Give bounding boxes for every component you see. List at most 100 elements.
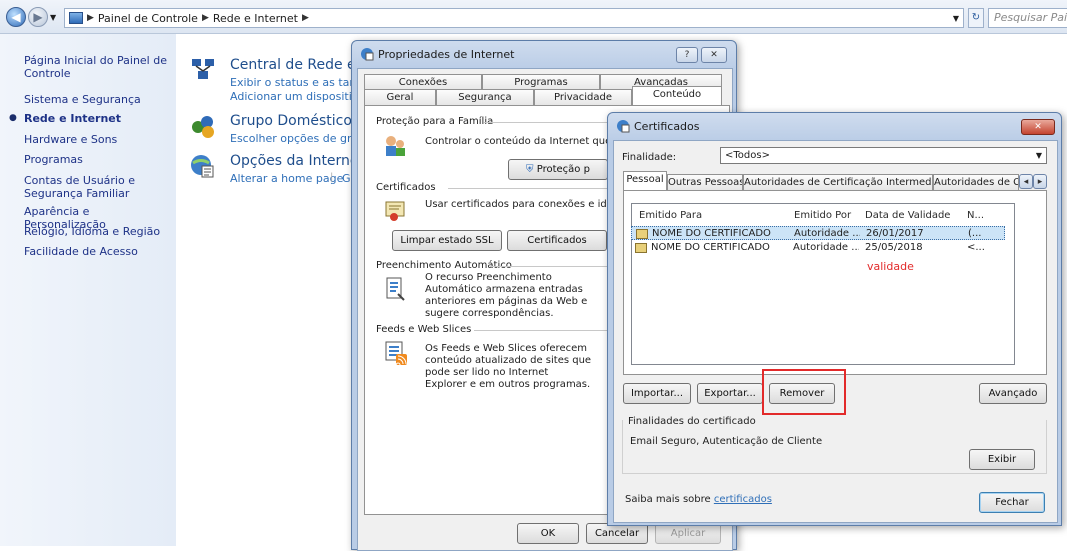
- table-row[interactable]: NOME DO CERTIFICADO Autoridade ... 26/01…: [631, 226, 1005, 240]
- internet-options-icon: [190, 153, 216, 179]
- section-divider: [490, 266, 614, 267]
- homegroup-icon: [190, 113, 216, 139]
- learn-more-prefix: Saiba mais sobre: [625, 494, 714, 505]
- breadcrumb-control-panel[interactable]: Painel de Controle: [98, 12, 198, 25]
- category-title-network-center[interactable]: Central de Rede e C: [230, 57, 370, 73]
- table-row[interactable]: NOME DO CERTIFICADO Autoridade ... 25/05…: [631, 241, 1005, 255]
- import-button[interactable]: Importar...: [623, 383, 691, 404]
- address-bar: ◀ ▶ ▼ ▶ Painel de Controle ▶ Rede e Inte…: [0, 0, 1067, 34]
- certificate-icon: [384, 200, 406, 222]
- chevron-down-icon: ▼: [1035, 151, 1042, 160]
- sidebar-item-programs[interactable]: Programas: [24, 153, 169, 166]
- learn-more-certificates-link[interactable]: certificados: [714, 494, 772, 505]
- cert-issued-to: NOME DO CERTIFICADO: [651, 242, 770, 253]
- category-title-homegroup[interactable]: Grupo Doméstico: [230, 113, 352, 129]
- family-safety-button-label: Proteção p: [536, 164, 590, 175]
- cert-issued-by: Autoridade ...: [794, 228, 860, 239]
- section-divider: [448, 188, 614, 189]
- sidebar-item-user-accounts[interactable]: Contas de Usuário e Segurança Familiar: [24, 174, 169, 200]
- cert-expiration: 26/01/2017: [866, 228, 924, 239]
- tab-personal[interactable]: Pessoal: [623, 171, 667, 190]
- breadcrumb-chevron-icon[interactable]: ▶: [302, 13, 309, 23]
- tab-scroll-right-icon[interactable]: ▸: [1033, 174, 1047, 189]
- forward-arrow-icon[interactable]: ▶: [28, 7, 48, 27]
- purpose-select-value: <Todos>: [725, 150, 770, 161]
- current-item-bullet-icon: ●: [9, 113, 17, 123]
- feeds-icon: [384, 340, 408, 368]
- breadcrumb-network-internet[interactable]: Rede e Internet: [213, 12, 298, 25]
- tab-security[interactable]: Segurança: [436, 89, 534, 105]
- section-divider: [484, 122, 614, 123]
- tab-content[interactable]: Conteúdo: [632, 86, 722, 105]
- recent-pages-dropdown-icon[interactable]: ▼: [50, 13, 56, 22]
- shield-icon: ⛨: [526, 164, 534, 175]
- autocomplete-description: O recurso Preenchimento Automático armaz…: [425, 272, 588, 319]
- cert-friendly-name: (...: [968, 228, 982, 239]
- certificates-dialog-title: Certificados: [634, 120, 700, 133]
- sidebar-item-system-security[interactable]: Sistema e Segurança: [24, 93, 169, 106]
- sidebar-item-hardware-sound[interactable]: Hardware e Sons: [24, 133, 169, 146]
- family-safety-button[interactable]: ⛨ Proteção p: [508, 159, 608, 180]
- cert-expiration: 25/05/2018: [865, 242, 923, 253]
- internet-properties-icon: [360, 47, 374, 61]
- close-button[interactable]: Fechar: [979, 492, 1045, 513]
- column-header-expiration[interactable]: Data de Validade: [865, 210, 950, 221]
- feeds-section-label: Feeds e Web Slices: [376, 324, 472, 335]
- cancel-button[interactable]: Cancelar: [586, 523, 648, 544]
- section-divider: [474, 330, 614, 331]
- tab-other-people[interactable]: Outras Pessoas: [667, 174, 743, 190]
- view-button[interactable]: Exibir: [969, 449, 1035, 470]
- ok-button[interactable]: OK: [517, 523, 579, 544]
- link-manage-browser-addons[interactable]: G: [342, 172, 351, 185]
- tab-intermediate-ca[interactable]: Autoridades de Certificação Intermediári…: [743, 174, 933, 190]
- advanced-button[interactable]: Avançado: [979, 383, 1047, 404]
- learn-more-text: Saiba mais sobre certificados: [625, 494, 772, 506]
- category-title-internet-options[interactable]: Opções da Internet: [230, 153, 364, 169]
- certificates-close-button[interactable]: ✕: [1021, 119, 1055, 135]
- apply-button[interactable]: Aplicar: [655, 523, 721, 544]
- help-button[interactable]: ?: [676, 47, 698, 63]
- column-header-issued-by[interactable]: Emitido Por: [794, 210, 851, 221]
- certificate-purposes-value: Email Seguro, Autenticação de Cliente: [630, 436, 823, 447]
- purpose-label: Finalidade:: [622, 152, 677, 163]
- certificates-button[interactable]: Certificados: [507, 230, 607, 251]
- column-header-friendly-name[interactable]: N...: [967, 210, 984, 221]
- family-safety-icon: [382, 133, 408, 159]
- link-change-home-page[interactable]: Alterar a home page: [230, 172, 343, 185]
- sidebar-item-ease-of-access[interactable]: Facilidade de Acesso: [24, 245, 169, 258]
- sidebar-item-clock-language[interactable]: Relógio, Idioma e Região: [24, 225, 169, 238]
- certificates-dialog-icon: [616, 119, 630, 133]
- tab-scroll-left-icon[interactable]: ◂: [1019, 174, 1033, 189]
- purpose-select[interactable]: <Todos> ▼: [720, 147, 1047, 164]
- link-separator: |: [330, 172, 334, 183]
- control-panel-icon: [69, 12, 83, 24]
- column-header-issued-to[interactable]: Emitido Para: [639, 210, 702, 221]
- tab-connections[interactable]: Conexões: [364, 74, 482, 90]
- clear-ssl-state-button[interactable]: Limpar estado SSL: [392, 230, 502, 251]
- feeds-description: Os Feeds e Web Slices oferecem conteúdo …: [425, 343, 592, 390]
- tab-general[interactable]: Geral: [364, 89, 436, 105]
- export-button[interactable]: Exportar...: [697, 383, 763, 404]
- refresh-icon[interactable]: ↻: [968, 8, 984, 28]
- remove-highlight-annotation: [762, 369, 846, 415]
- family-safety-label: Proteção para a Família: [376, 116, 494, 127]
- internet-properties-title: Propriedades de Internet: [378, 48, 515, 61]
- certificates-section-label: Certificados: [376, 182, 436, 193]
- tab-privacy[interactable]: Privacidade: [534, 89, 632, 105]
- autocomplete-icon: [384, 276, 406, 302]
- address-dropdown-icon[interactable]: ▼: [953, 14, 959, 23]
- search-input[interactable]: Pesquisar Painel: [988, 8, 1067, 28]
- breadcrumb-chevron-icon[interactable]: ▶: [202, 13, 209, 23]
- address-field[interactable]: ▶ Painel de Controle ▶ Rede e Internet ▶…: [64, 8, 964, 28]
- breadcrumb-chevron-icon[interactable]: ▶: [87, 13, 94, 23]
- internet-properties-close-button[interactable]: ✕: [701, 47, 727, 63]
- tab-trusted-root-ca[interactable]: Autoridades de Ce: [933, 174, 1019, 190]
- network-center-icon: [190, 56, 216, 82]
- certificate-icon: [636, 229, 648, 239]
- tab-programs[interactable]: Programas: [482, 74, 600, 90]
- validity-annotation: validade: [867, 260, 914, 273]
- sidebar-item-control-panel-home[interactable]: Página Inicial do Painel de Controle: [24, 54, 169, 80]
- sidebar-item-network-internet: Rede e Internet: [24, 112, 122, 125]
- cert-issued-by: Autoridade ...: [793, 242, 859, 253]
- back-arrow-icon[interactable]: ◀: [6, 7, 26, 27]
